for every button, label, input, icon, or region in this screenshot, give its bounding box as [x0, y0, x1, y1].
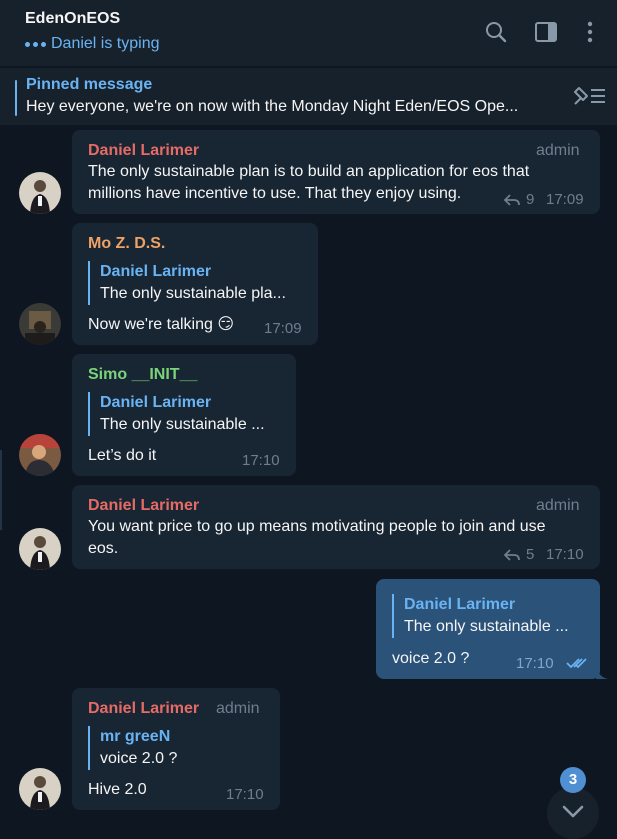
- replies-number: 9: [526, 191, 535, 208]
- quote-text: The only sustainable pla...: [100, 285, 286, 302]
- scroll-to-bottom-button[interactable]: [547, 787, 599, 839]
- left-edge-accent: [0, 450, 2, 530]
- quote-text: The only sustainable ...: [100, 416, 265, 433]
- quote-text: voice 2.0 ?: [100, 750, 178, 767]
- quote-author: Daniel Larimer: [100, 394, 212, 411]
- message-bubble[interactable]: Mo Z. D.S. Daniel Larimer The only susta…: [72, 223, 318, 345]
- sidebar-panel-icon[interactable]: [534, 20, 558, 44]
- message-text-line: You want price to go up means motivating…: [88, 518, 546, 535]
- reply-quote[interactable]: Daniel Larimer The only sustainable pla.…: [88, 261, 286, 305]
- message-text: Hive 2.0: [88, 781, 147, 798]
- message-text-line: millions have incentive to use. That the…: [88, 185, 462, 202]
- message-text-line: eos.: [88, 540, 119, 557]
- search-icon[interactable]: [484, 20, 508, 44]
- quote-text: The only sustainable ...: [404, 618, 569, 635]
- unread-count-badge[interactable]: 3: [560, 767, 586, 793]
- sender-name[interactable]: Simo __INIT__: [88, 366, 197, 384]
- message-bubble[interactable]: Daniel Larimer admin mr greeN voice 2.0 …: [72, 688, 280, 810]
- pinned-text: Hey everyone, we're on now with the Mond…: [26, 98, 519, 115]
- message-text: Let’s do it: [88, 447, 157, 464]
- chevron-down-icon: [562, 805, 584, 818]
- message-time: 17:10: [242, 452, 280, 469]
- sender-name[interactable]: Daniel Larimer: [88, 700, 199, 718]
- typing-status: Daniel is typing: [25, 35, 160, 53]
- typing-dots-icon: [25, 41, 46, 47]
- admin-badge: admin: [536, 142, 580, 159]
- quote-author: mr greeN: [100, 728, 171, 745]
- avatar[interactable]: [19, 768, 61, 810]
- quote-author: Daniel Larimer: [404, 596, 516, 613]
- reply-arrow-icon: [504, 548, 520, 561]
- more-vertical-icon[interactable]: [578, 20, 602, 44]
- avatar[interactable]: [19, 303, 61, 345]
- message-time: 17:10: [516, 655, 554, 672]
- pinned-title: Pinned message: [26, 76, 153, 93]
- pinned-accent-bar: [15, 80, 17, 116]
- message-time: 17:09: [264, 320, 302, 337]
- admin-badge: admin: [536, 497, 580, 514]
- message-time: 17:09: [546, 191, 584, 208]
- reply-arrow-icon: [504, 193, 520, 206]
- message-text: voice 2.0 ?: [392, 650, 470, 667]
- message-time: 17:10: [546, 546, 584, 563]
- unpin-list-icon[interactable]: [571, 84, 607, 108]
- typing-status-text: Daniel is typing: [51, 35, 160, 52]
- bubble-tail: [596, 665, 608, 679]
- replies-number: 5: [526, 546, 535, 563]
- sender-name[interactable]: Mo Z. D.S.: [88, 235, 165, 253]
- message-text: Now we're talking 😏: [88, 316, 235, 333]
- replies-count[interactable]: 5: [504, 546, 534, 563]
- message-text: You want price to go up means motivating…: [88, 516, 546, 560]
- sender-name[interactable]: Daniel Larimer: [88, 142, 199, 160]
- reply-quote[interactable]: Daniel Larimer The only sustainable ...: [88, 392, 265, 436]
- avatar[interactable]: [19, 172, 61, 214]
- message-bubble[interactable]: Simo __INIT__ Daniel Larimer The only su…: [72, 354, 296, 476]
- reply-quote[interactable]: Daniel Larimer The only sustainable ...: [392, 594, 569, 638]
- pinned-message-bar[interactable]: Pinned message Hey everyone, we're on no…: [0, 67, 617, 125]
- message-text: The only sustainable plan is to build an…: [88, 161, 529, 205]
- outgoing-message-bubble[interactable]: Daniel Larimer The only sustainable ... …: [376, 579, 600, 679]
- quote-author: Daniel Larimer: [100, 263, 212, 280]
- avatar[interactable]: [19, 434, 61, 476]
- message-bubble[interactable]: Daniel Larimer admin The only sustainabl…: [72, 130, 600, 214]
- avatar[interactable]: [19, 528, 61, 570]
- reply-quote[interactable]: mr greeN voice 2.0 ?: [88, 726, 177, 770]
- read-double-check-icon: [566, 658, 587, 669]
- replies-count[interactable]: 9: [504, 191, 534, 208]
- admin-badge: admin: [216, 700, 260, 717]
- chat-header: EdenOnEOS Daniel is typing: [0, 0, 617, 66]
- sender-name[interactable]: Daniel Larimer: [88, 497, 199, 515]
- message-bubble[interactable]: Daniel Larimer admin You want price to g…: [72, 485, 600, 569]
- message-time: 17:10: [226, 786, 264, 803]
- message-text-line: The only sustainable plan is to build an…: [88, 163, 530, 180]
- chat-title[interactable]: EdenOnEOS: [25, 10, 120, 28]
